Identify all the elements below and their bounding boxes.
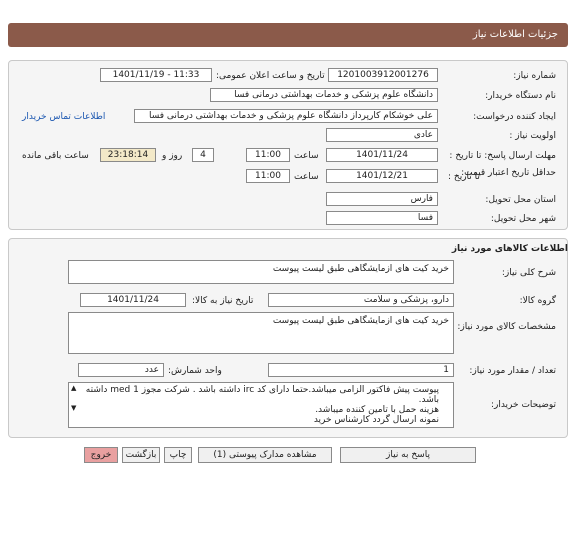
scroll-down-icon[interactable]: ▼ xyxy=(71,404,76,412)
scroll-up-icon[interactable]: ▲ xyxy=(71,384,76,392)
priority-label: اولویت نیاز : xyxy=(509,131,556,141)
back-button[interactable]: بازگشت xyxy=(122,447,160,463)
price-time-label: ساعت xyxy=(294,172,319,182)
buyer-org-field: دانشگاه علوم پزشکی و خدمات بهداشتی درمان… xyxy=(210,88,438,102)
notes-line-2: هزینه حمل با تامین کننده میباشد. xyxy=(315,405,439,415)
notes-line-3: نمونه ارسال گردد کارشناس خرید xyxy=(313,415,439,425)
remaining-label: ساعت باقی مانده xyxy=(22,151,89,161)
notes-label: توضیحات خریدار: xyxy=(490,400,556,410)
specs-field: خرید کیت های ازمایشگاهی طبق لیست پیوست xyxy=(68,312,454,354)
remaining-time-field: 23:18:14 xyxy=(100,148,156,162)
reply-button[interactable]: پاسخ به نیاز xyxy=(340,447,476,463)
summary-label: شرح کلی نیاز: xyxy=(501,268,556,278)
exit-button[interactable]: خروج xyxy=(84,447,118,463)
city-field: فسا xyxy=(326,211,438,225)
province-label: استان محل تحویل: xyxy=(485,195,556,205)
days-label: روز و xyxy=(162,151,183,161)
reply-deadline-label: مهلت ارسال پاسخ: تا تاریخ : xyxy=(449,151,556,161)
print-button[interactable]: چاپ xyxy=(164,447,192,463)
requester-label: ایجاد کننده درخواست: xyxy=(473,112,556,122)
reply-time-field: 11:00 xyxy=(246,148,290,162)
contact-buyer-link[interactable]: اطلاعات تماس خریدار xyxy=(22,112,105,122)
need-number-label: شماره نیاز: xyxy=(513,71,556,81)
notes-field[interactable]: پیوست پیش فاکتور الزامی میباشد.حتما دارا… xyxy=(68,382,454,428)
reply-date-field: 1401/11/24 xyxy=(326,148,438,162)
summary-field: خرید کیت های ازمایشگاهی طبق لیست پیوست xyxy=(68,260,454,284)
need-date-label: تاریخ نیاز به کالا: xyxy=(192,296,254,306)
notes-line-1: پیوست پیش فاکتور الزامی میباشد.حتما دارا… xyxy=(85,385,439,405)
requester-field: علی خوشکام کارپرداز دانشگاه علوم پزشکی و… xyxy=(134,109,438,123)
announce-field: 1401/11/19 - 11:33 xyxy=(100,68,212,82)
reply-time-label: ساعت xyxy=(294,151,319,161)
unit-label: واحد شمارش: xyxy=(168,366,222,376)
price-date-field: 1401/12/21 xyxy=(326,169,438,183)
page-title: جزئیات اطلاعات نیاز xyxy=(472,29,558,40)
days-field: 4 xyxy=(192,148,214,162)
qty-label: تعداد / مقدار مورد نیاز: xyxy=(469,366,556,376)
attachments-button[interactable]: مشاهده مدارک پیوستی (1) xyxy=(198,447,332,463)
specs-label: مشخصات کالای مورد نیاز: xyxy=(457,322,556,332)
group-field: دارو، پزشکی و سلامت xyxy=(268,293,454,307)
goods-section-title: اطلاعات کالاهای مورد نیاز xyxy=(451,244,568,254)
city-label: شهر محل تحویل: xyxy=(490,214,556,224)
need-info-panel xyxy=(8,60,568,230)
unit-field: عدد xyxy=(78,363,164,377)
price-time-field: 11:00 xyxy=(246,169,290,183)
announce-label: تاریخ و ساعت اعلان عمومی: xyxy=(216,71,325,81)
priority-field: عادی xyxy=(326,128,438,142)
qty-field: 1 xyxy=(268,363,454,377)
price-to-date-label: تا تاریخ : xyxy=(448,172,480,182)
need-number-field: 1201003912001276 xyxy=(328,68,438,82)
group-label: گروه کالا: xyxy=(519,296,556,306)
page-header: جزئیات اطلاعات نیاز xyxy=(8,23,568,47)
need-date-field: 1401/11/24 xyxy=(80,293,186,307)
buyer-org-label: نام دستگاه خریدار: xyxy=(485,91,556,101)
province-field: فارس xyxy=(326,192,438,206)
